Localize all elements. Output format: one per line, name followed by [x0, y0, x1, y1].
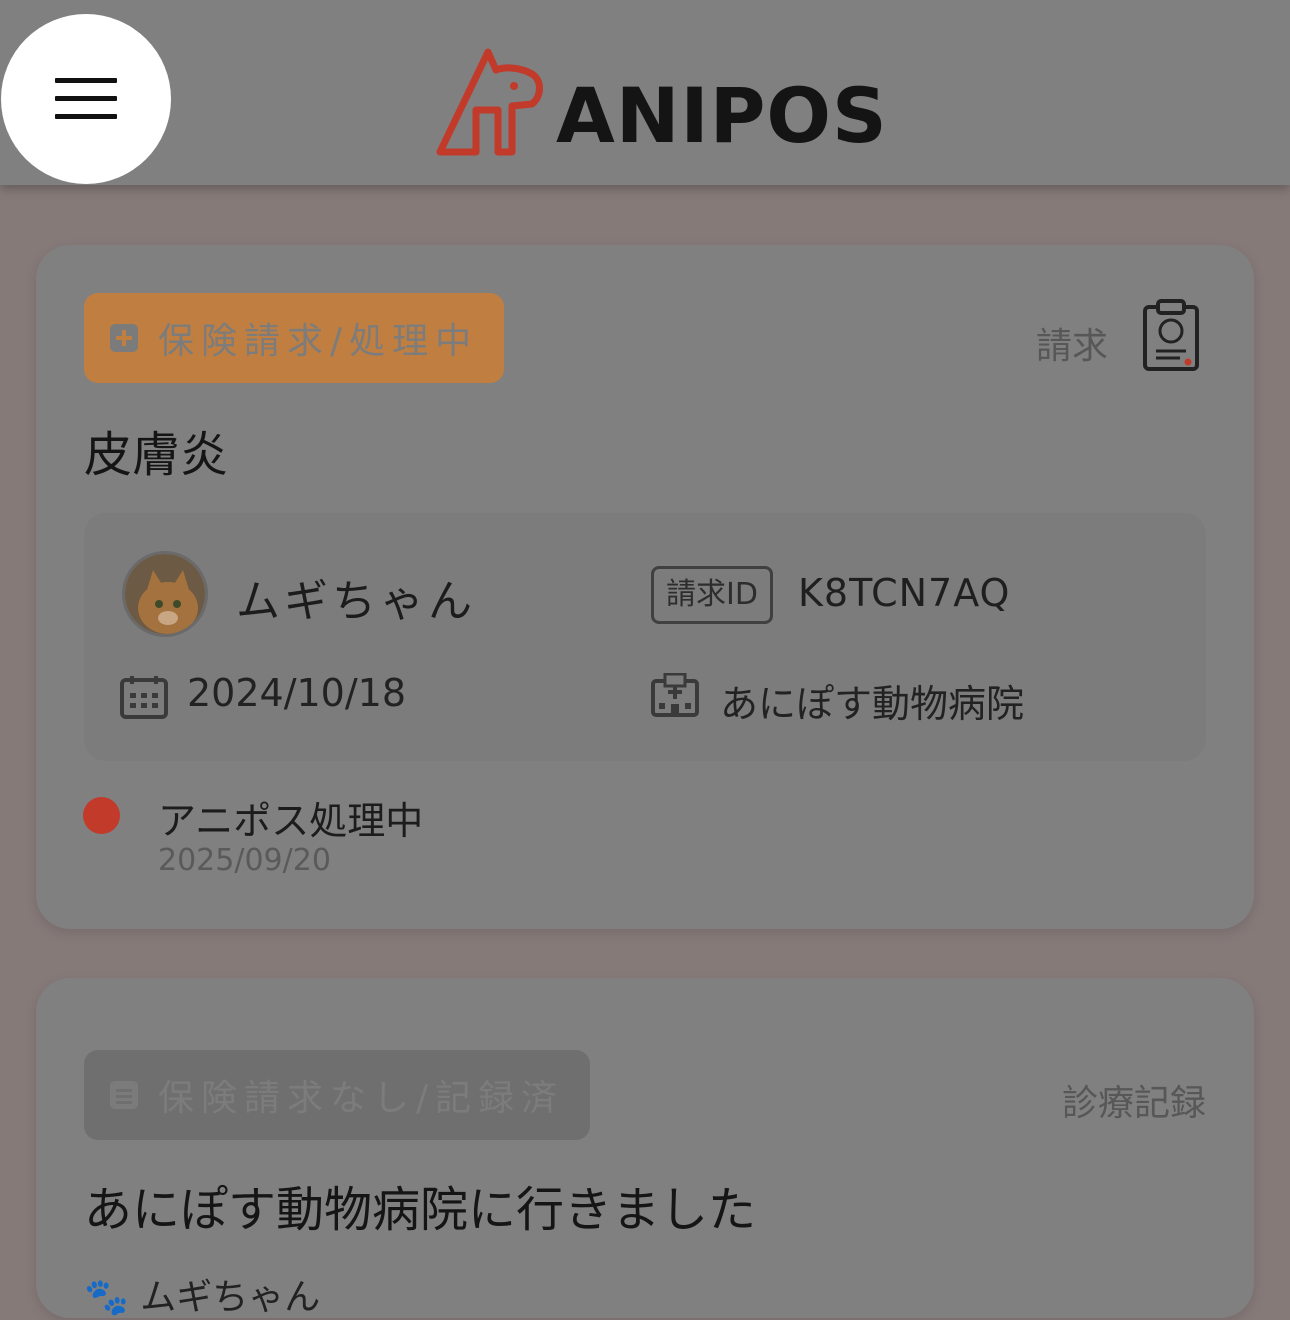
- record-card[interactable]: 保険請求なし/記録済 診療記録 あにぽす動物病院に行きました 🐾 ムギちゃん: [36, 978, 1254, 1318]
- pet-name: ムギちゃん: [140, 1277, 321, 1318]
- record-type-label: 請求: [1035, 326, 1108, 367]
- status-dot: [83, 797, 120, 834]
- clipboard-document-icon: [1143, 299, 1199, 371]
- app-header: ANIPOS: [0, 0, 1290, 185]
- pet-row: 🐾 ムギちゃん: [84, 1268, 320, 1320]
- claim-info-box: ムギちゃん 請求ID K8TCN7AQ 2024/10/18 あにぽす動物病院: [84, 513, 1206, 761]
- calendar-icon: [120, 676, 168, 719]
- hospital-name: あにぽす動物病院: [720, 682, 1025, 726]
- pet-name: ムギちゃん: [236, 576, 476, 627]
- status-badge: 保険請求/処理中: [84, 293, 505, 383]
- dog-logo-icon: [436, 48, 543, 156]
- badge-label: 保険請求なし/記録済: [158, 1078, 565, 1119]
- record-type-label: 診療記録: [1061, 1083, 1206, 1124]
- paw-icon: 🐾: [84, 1277, 129, 1318]
- anipos-logo: ANIPOS: [436, 44, 888, 156]
- badge-label: 保険請求/処理中: [158, 321, 479, 362]
- status-text: アニポス処理中: [158, 799, 424, 843]
- plus-square-icon: [110, 324, 138, 352]
- visit-date: 2024/10/18: [187, 671, 407, 715]
- card-title: 皮膚炎: [84, 427, 229, 483]
- hamburger-menu-icon: [55, 78, 117, 120]
- status-date: 2025/09/20: [158, 843, 331, 878]
- pet-avatar: [122, 551, 208, 637]
- card-title: あにぽす動物病院に行きました: [84, 1182, 757, 1238]
- logo-text: ANIPOS: [556, 71, 888, 160]
- hospital-icon: [651, 673, 699, 717]
- document-icon: [110, 1081, 138, 1109]
- claim-id-label: 請求ID: [651, 566, 773, 624]
- claim-id-value: K8TCN7AQ: [798, 571, 1011, 615]
- menu-button[interactable]: [1, 14, 171, 184]
- claim-card[interactable]: 保険請求/処理中 請求 皮膚炎 ムギちゃん 請求ID K8TCN7AQ 2024…: [36, 245, 1254, 929]
- status-badge: 保険請求なし/記録済: [84, 1050, 591, 1140]
